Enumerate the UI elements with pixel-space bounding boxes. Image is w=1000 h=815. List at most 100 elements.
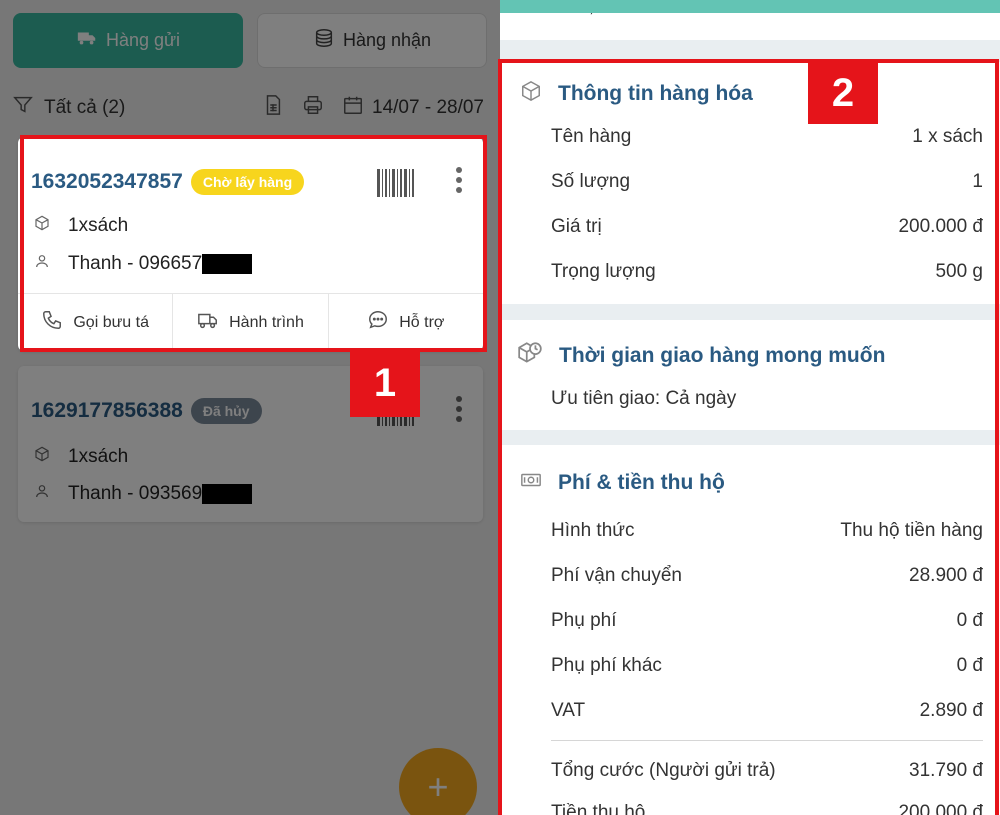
- date-range-text: 14/07 - 28/07: [372, 97, 484, 118]
- fee-row-shipping: Phí vận chuyển 28.900 đ: [551, 565, 983, 587]
- goods-row-quantity: Số lượng 1: [551, 171, 983, 193]
- filter-icon: [12, 94, 34, 122]
- annotation-number-2: 2: [808, 63, 878, 124]
- person-icon: [34, 253, 50, 275]
- row-value: 200.000 đ: [898, 802, 983, 815]
- goods-row-name: Tên hàng 1 x sách: [551, 126, 983, 148]
- journey-label: Hành trình: [229, 313, 304, 331]
- stack-icon: [313, 27, 335, 54]
- order-code[interactable]: 1632052347857: [31, 170, 183, 194]
- support-label: Hỗ trợ: [399, 313, 445, 331]
- filter-row: Tất cả (2) 14/07 - 28/07: [12, 92, 484, 124]
- fees-title-text: Phí & tiền thu hộ: [558, 471, 725, 494]
- contact-line: Thanh - 093569: [34, 483, 253, 505]
- row-value: 1: [972, 171, 983, 192]
- row-value: 2.890 đ: [919, 700, 983, 721]
- fees-section: Phí & tiền thu hộ Hình thức Thu hộ tiền h…: [500, 445, 1000, 815]
- row-value: 200.000 đ: [898, 216, 983, 237]
- date-range-picker[interactable]: 14/07 - 28/07: [342, 94, 484, 122]
- row-label: Phí vận chuyển: [551, 565, 682, 586]
- row-label: Tổng cước (Người gửi trả): [551, 760, 776, 781]
- truck-icon: [197, 309, 219, 336]
- tab-received-label: Hàng nhận: [342, 30, 432, 50]
- box-clock-icon: [517, 340, 543, 372]
- chat-icon: [367, 309, 389, 336]
- tab-received-goods[interactable]: Hàng nhận: [257, 13, 487, 68]
- truck-icon: [76, 27, 98, 54]
- more-options-icon[interactable]: [455, 396, 463, 422]
- fees-divider: [551, 740, 983, 741]
- item-line: 1xsách: [34, 446, 128, 468]
- row-label: Trọng lượng: [551, 261, 656, 282]
- box-icon: [34, 215, 50, 237]
- row-value: 0 đ: [956, 610, 983, 631]
- calendar-icon: [342, 94, 364, 122]
- phone-icon: [41, 309, 63, 336]
- add-order-button[interactable]: +: [399, 748, 477, 815]
- status-badge: Đã hủy: [190, 398, 262, 424]
- order-card-highlighted[interactable]: 1632052347857 Chờ lấy hàng 1xsách Thanh …: [18, 137, 483, 351]
- row-label: Số lượng: [551, 171, 631, 192]
- redaction-box: [202, 483, 253, 504]
- fees-title: Phí & tiền thu hộ: [520, 469, 725, 497]
- fee-row-other-surcharge: Phụ phí khác 0 đ: [551, 655, 983, 677]
- row-label: Phụ phí: [551, 610, 617, 631]
- order-code[interactable]: 1629177856388: [31, 399, 183, 423]
- contact-text: Thanh - 093569: [68, 483, 203, 504]
- box-icon: [520, 80, 542, 108]
- row-value: 31.790 đ: [909, 760, 983, 781]
- row-value: 500 g: [935, 261, 983, 282]
- journey-button[interactable]: Hành trình: [173, 294, 329, 351]
- fee-row-total: Tổng cước (Người gửi trả) 31.790 đ: [551, 760, 983, 782]
- filter-label: Tất cả (2): [44, 97, 126, 118]
- more-options-icon[interactable]: [455, 167, 463, 193]
- row-label: Giá trị: [551, 216, 602, 237]
- card-actions: Gọi bưu tá Hành trình Hỗ trợ: [18, 293, 483, 351]
- row-value: 0 đ: [956, 655, 983, 676]
- item-text: 1xsách: [68, 215, 129, 236]
- goods-info-title: Thông tin hàng hóa: [520, 80, 753, 108]
- row-value: Thu hộ tiền hàng: [840, 520, 983, 541]
- header-strip: [500, 0, 1000, 13]
- goods-info-section: Thông tin hàng hóa Tên hàng 1 x sách Số l…: [500, 62, 1000, 304]
- fee-row-vat: VAT 2.890 đ: [551, 700, 983, 722]
- row-value: 1 x sách: [912, 126, 983, 147]
- delivery-time-title: Thời gian giao hàng mong muốn: [517, 340, 885, 372]
- barcode-icon[interactable]: [377, 169, 419, 197]
- status-badge: Chờ lấy hàng: [190, 169, 305, 195]
- box-icon: [34, 446, 50, 468]
- goods-row-weight: Trọng lượng 500 g: [551, 261, 983, 283]
- order-detail-panel: Minh, Hồ Chí Minh Thông tin hàng hóa Tên…: [500, 0, 1000, 815]
- contact-text: Thanh - 096657: [68, 253, 203, 274]
- row-label: Tiền thu hộ: [551, 802, 646, 815]
- call-postman-button[interactable]: Gọi bưu tá: [18, 294, 174, 351]
- fee-row-method: Hình thức Thu hộ tiền hàng: [551, 520, 983, 542]
- print-icon[interactable]: [302, 94, 324, 122]
- delivery-preference: Ưu tiên giao: Cả ngày: [551, 388, 983, 410]
- spreadsheet-icon[interactable]: [262, 94, 284, 122]
- redaction-box: [202, 253, 253, 274]
- money-icon: [520, 469, 542, 497]
- annotation-number-1: 1: [350, 350, 420, 417]
- item-text: 1xsách: [68, 446, 129, 467]
- row-value: 28.900 đ: [909, 565, 983, 586]
- tab-sent-goods[interactable]: Hàng gửi: [13, 13, 243, 68]
- filter-all[interactable]: Tất cả (2): [12, 94, 125, 122]
- delivery-preference-text: Ưu tiên giao: Cả ngày: [551, 388, 737, 409]
- fee-row-cod: Tiền thu hộ 200.000 đ: [551, 802, 983, 815]
- contact-line: Thanh - 096657: [34, 253, 253, 275]
- item-line: 1xsách: [34, 215, 128, 237]
- tab-sent-label: Hàng gửi: [105, 30, 181, 50]
- support-button[interactable]: Hỗ trợ: [329, 294, 483, 351]
- goods-info-title-text: Thông tin hàng hóa: [558, 82, 753, 105]
- delivery-time-title-text: Thời gian giao hàng mong muốn: [559, 344, 886, 367]
- person-icon: [34, 483, 50, 505]
- call-postman-label: Gọi bưu tá: [73, 313, 149, 331]
- order-list-panel: Hàng gửi Hàng nhận Tất cả (2) 14/07 - 28…: [0, 0, 500, 815]
- row-label: Phụ phí khác: [551, 655, 662, 676]
- row-label: Hình thức: [551, 520, 635, 541]
- goods-row-value: Giá trị 200.000 đ: [551, 216, 983, 238]
- fee-row-surcharge: Phụ phí 0 đ: [551, 610, 983, 632]
- row-label: VAT: [551, 700, 586, 721]
- delivery-time-section: Thời gian giao hàng mong muốn Ưu tiên gi…: [500, 320, 1000, 430]
